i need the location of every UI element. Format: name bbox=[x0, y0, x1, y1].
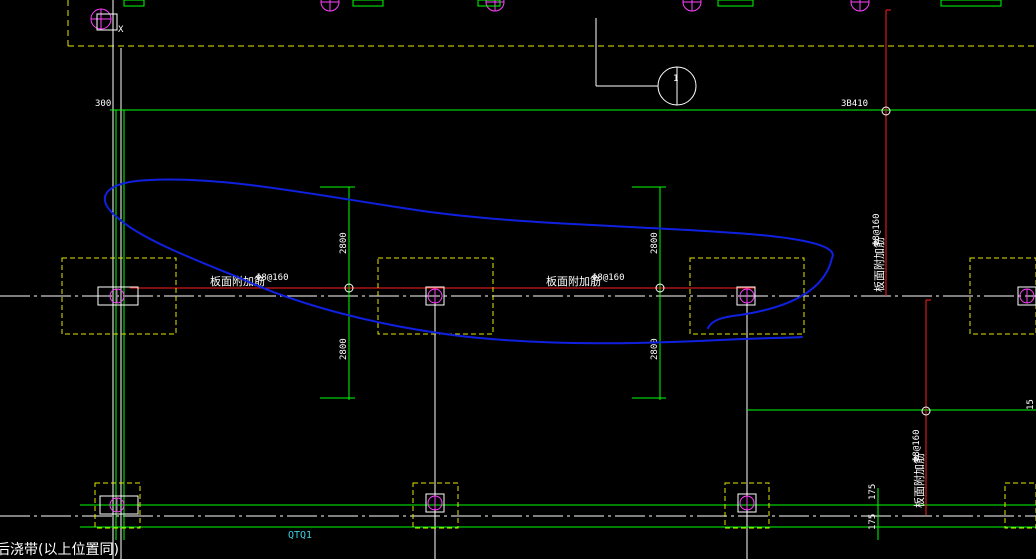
top-pile-row bbox=[90, 0, 870, 30]
rebar-nodes bbox=[344, 106, 931, 416]
dim-left-lower: 2800 bbox=[339, 338, 349, 360]
section-marker-number: 1 bbox=[673, 74, 678, 84]
pile-symbols bbox=[109, 288, 1035, 513]
dim-left-upper: 2800 bbox=[339, 232, 349, 254]
rebar-label-4-group: 板面附加筋 Φ8@160 bbox=[912, 429, 926, 508]
dim-300: 300 bbox=[95, 99, 111, 109]
rebar-label-3-spec: Φ8@160 bbox=[872, 213, 882, 246]
dim-3b410: 3B410 bbox=[841, 99, 868, 109]
rebar-label-1-spec: Φ8@160 bbox=[256, 273, 289, 283]
rebar-label-3-group: 板面附加筋 Φ8@160 bbox=[872, 213, 886, 292]
dim-small-lower: 175 bbox=[868, 514, 878, 530]
band-label: QTQ1 bbox=[288, 530, 312, 541]
column-caps bbox=[61, 257, 1036, 529]
top-cap-boxes bbox=[123, 0, 1002, 7]
rebar-lines bbox=[130, 9, 931, 515]
cad-drawing-canvas[interactable]: X 1 300 3B410 板面附加筋 Φ8@160 板面附加筋 Φ8@160 … bbox=[0, 0, 1036, 559]
column-symbols bbox=[97, 286, 1036, 515]
rebar-label-2-spec: Φ8@160 bbox=[592, 273, 625, 283]
green-lines bbox=[80, 109, 1036, 540]
dim-edge: 15 bbox=[1026, 399, 1036, 410]
dim-right-upper: 2800 bbox=[650, 232, 660, 254]
dashed-boundary bbox=[67, 0, 1036, 47]
dim-small-upper: 175 bbox=[868, 484, 878, 500]
bottom-note: 后浇带(以上位置同) bbox=[0, 542, 119, 558]
rebar-label-4-spec: Φ8@160 bbox=[912, 429, 922, 462]
section-marker bbox=[657, 66, 697, 106]
annotation-loop bbox=[103, 178, 834, 345]
axis-mark-text: X bbox=[118, 25, 124, 35]
